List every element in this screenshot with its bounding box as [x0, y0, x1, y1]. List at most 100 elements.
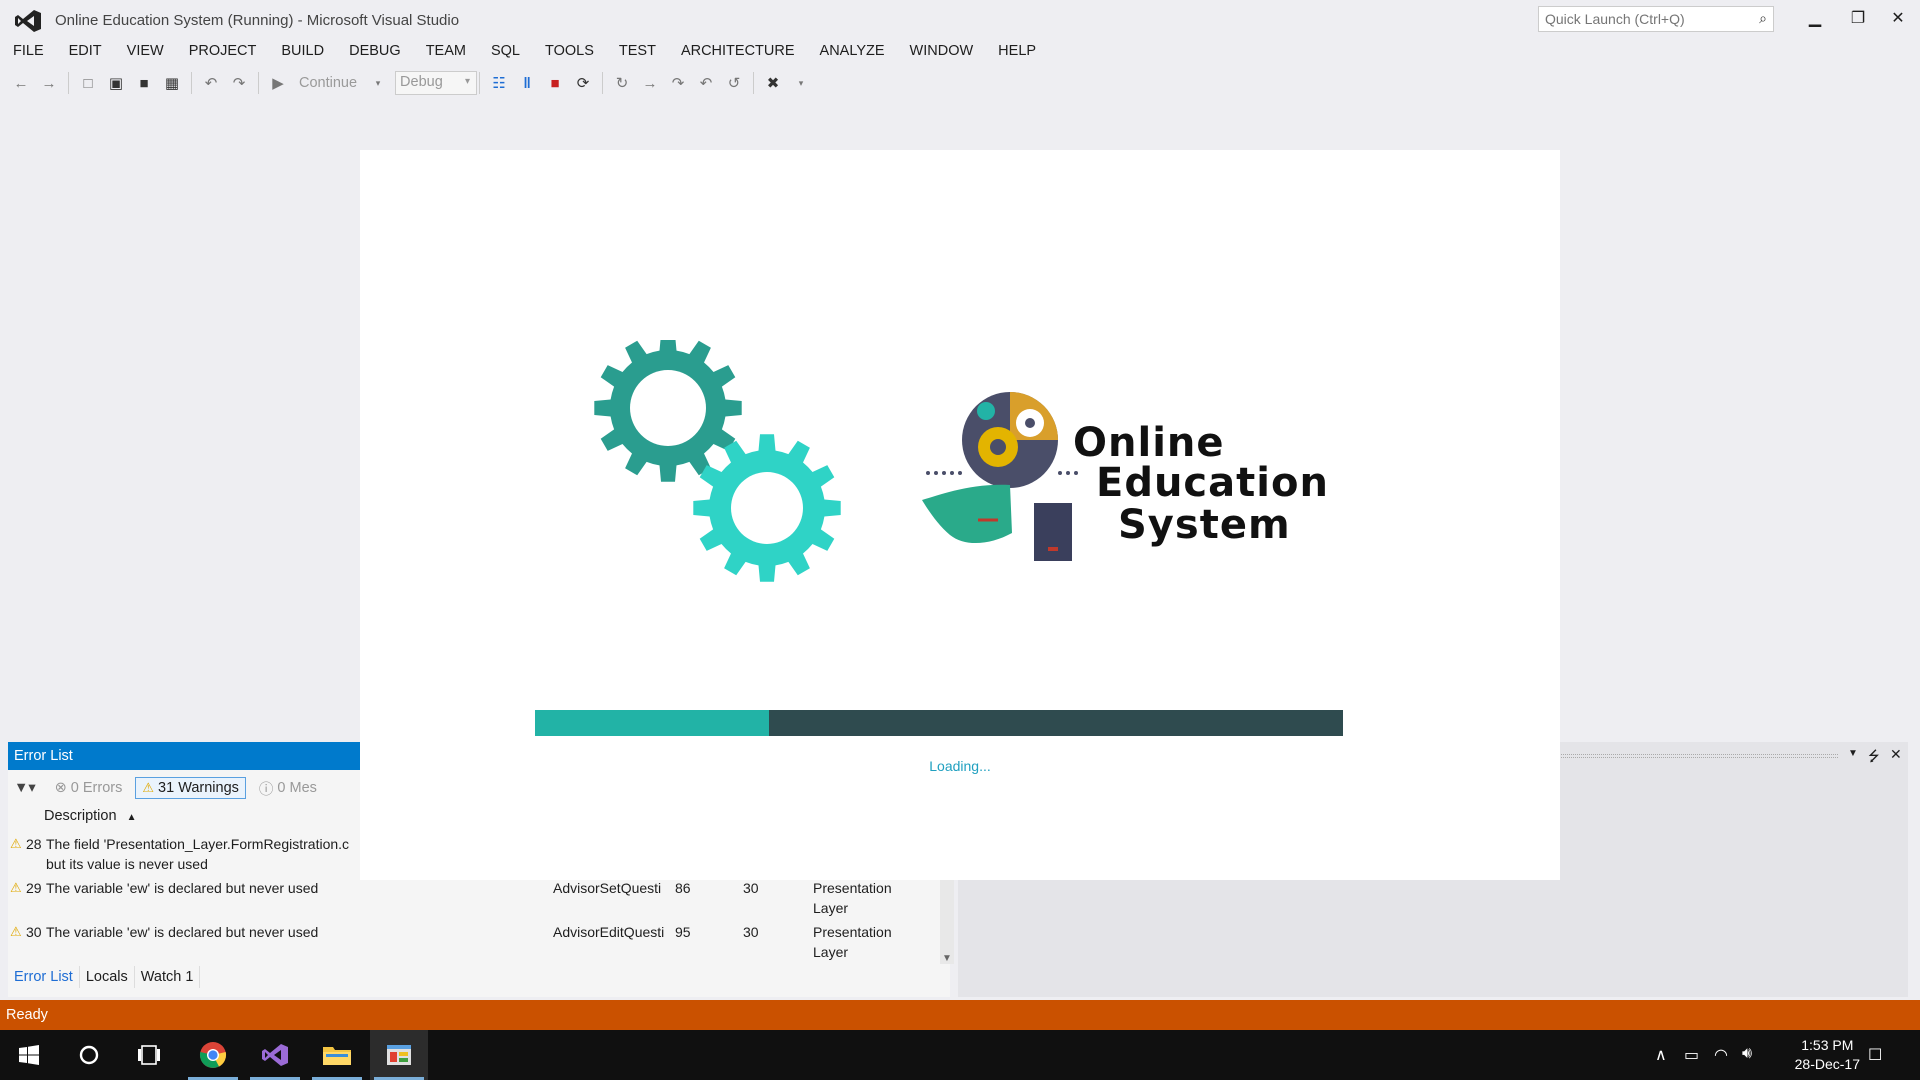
- table-row[interactable]: ⚠ 29 The variable 'ew' is declared but n…: [8, 878, 938, 918]
- cortana-button[interactable]: [60, 1030, 118, 1080]
- menu-edit[interactable]: EDIT: [56, 40, 114, 62]
- restore-button[interactable]: ❐: [1840, 6, 1876, 32]
- table-row[interactable]: ⚠ 30 The variable 'ew' is declared but n…: [8, 922, 938, 962]
- errors-count-label: 0 Errors: [70, 780, 123, 796]
- action-center-icon[interactable]: ☐: [1868, 1045, 1882, 1065]
- step-over-icon[interactable]: ↷: [667, 71, 689, 95]
- navigate-forward-icon[interactable]: →: [38, 71, 60, 95]
- stop-debugging-icon[interactable]: ■: [544, 71, 566, 95]
- taskbar-running-app[interactable]: [370, 1030, 428, 1080]
- toolbar-separator: [479, 72, 481, 94]
- menu-view[interactable]: VIEW: [114, 40, 176, 62]
- tab-watch-1[interactable]: Watch 1: [135, 966, 201, 988]
- vertical-scrollbar[interactable]: ▼: [940, 880, 954, 964]
- attach-process-icon[interactable]: ☷: [488, 71, 510, 95]
- taskbar-chrome[interactable]: [184, 1030, 242, 1080]
- step-back-icon[interactable]: ↺: [723, 71, 745, 95]
- folder-icon: [323, 1047, 351, 1065]
- quick-launch-box[interactable]: ⌕: [1538, 6, 1774, 32]
- close-icon[interactable]: ✕: [1890, 746, 1902, 763]
- continue-dropdown-icon[interactable]: ▾: [367, 71, 389, 95]
- error-icon: ⊗: [54, 780, 67, 796]
- toolbar-separator: [753, 72, 755, 94]
- menu-build[interactable]: BUILD: [268, 40, 336, 62]
- close-button[interactable]: ✕: [1880, 6, 1916, 32]
- break-all-icon[interactable]: ‖: [516, 71, 538, 95]
- save-icon[interactable]: ■: [133, 71, 155, 95]
- menu-window[interactable]: WINDOW: [897, 40, 986, 62]
- menu-tools[interactable]: TOOLS: [532, 40, 606, 62]
- standard-toolbar: ← → □ ▣ ■ ▦ ↶ ↷ ▶ Continue ▾ Debug ▾ ☷ ‖…: [10, 68, 910, 98]
- error-list-title[interactable]: Error List: [8, 742, 360, 770]
- tab-error-list[interactable]: Error List: [8, 966, 80, 988]
- battery-icon[interactable]: ▭: [1684, 1045, 1699, 1065]
- column-header-description[interactable]: Description ▲: [44, 808, 136, 824]
- gear-hole: [731, 472, 803, 544]
- menu-sql[interactable]: SQL: [478, 40, 532, 62]
- undo-icon[interactable]: ↶: [200, 71, 222, 95]
- chevron-down-icon[interactable]: ▼: [1848, 748, 1858, 759]
- menu-test[interactable]: TEST: [606, 40, 668, 62]
- menu-team[interactable]: TEAM: [413, 40, 478, 62]
- new-project-icon[interactable]: □: [77, 71, 99, 95]
- errors-filter-button[interactable]: ⊗ 0 Errors: [48, 777, 130, 799]
- window-title: Online Education System (Running) - Micr…: [55, 12, 460, 29]
- row-number: 29: [26, 880, 42, 896]
- continue-icon[interactable]: ▶: [267, 71, 289, 95]
- row-project: Presentation: [813, 880, 892, 896]
- taskbar-clock[interactable]: 1:53 PM 28-Dec-17: [1795, 1036, 1860, 1074]
- show-hidden-icons-icon[interactable]: ∧: [1655, 1045, 1667, 1065]
- quick-launch-input[interactable]: [1539, 7, 1739, 31]
- menu-analyze[interactable]: ANALYZE: [807, 40, 897, 62]
- warnings-filter-button[interactable]: ⚠ 31 Warnings: [135, 777, 246, 799]
- logo-title-line3: System: [1118, 502, 1291, 548]
- scroll-down-icon[interactable]: ▼: [942, 953, 952, 964]
- clock-time: 1:53 PM: [1801, 1037, 1854, 1053]
- continue-button[interactable]: Continue: [295, 71, 361, 95]
- messages-filter-button[interactable]: ⓘ 0 Mes: [252, 775, 324, 802]
- column-header-label: Description: [44, 808, 117, 824]
- solution-configuration-select[interactable]: Debug ▾: [395, 71, 478, 95]
- show-next-statement-icon[interactable]: ↻: [611, 71, 633, 95]
- volume-icon[interactable]: 🔊︎: [1742, 1045, 1752, 1063]
- taskbar-file-explorer[interactable]: [308, 1030, 366, 1080]
- row-file: AdvisorEditQuesti: [553, 924, 665, 940]
- windows-taskbar: ∧ ▭ ◠ 🔊︎ 1:53 PM 28-Dec-17 ☐: [0, 1030, 1920, 1080]
- pin-icon[interactable]: ⭍: [1868, 746, 1880, 770]
- panel-drag-grip[interactable]: [1558, 754, 1838, 758]
- toolbar-options-icon[interactable]: ▾: [790, 71, 812, 95]
- redo-icon[interactable]: ↷: [228, 71, 250, 95]
- taskbar-visual-studio[interactable]: [246, 1030, 304, 1080]
- gear-hole: [630, 370, 706, 446]
- save-all-icon[interactable]: ▦: [161, 71, 183, 95]
- warning-icon: ⚠: [10, 924, 22, 939]
- navigate-back-icon[interactable]: ←: [10, 71, 32, 95]
- row-column: 30: [743, 924, 759, 940]
- exception-settings-icon[interactable]: ✖: [762, 71, 784, 95]
- wifi-icon[interactable]: ◠: [1714, 1045, 1728, 1065]
- row-project: Presentation: [813, 924, 892, 940]
- search-icon[interactable]: ⌕: [1759, 10, 1767, 27]
- open-file-icon[interactable]: ▣: [105, 71, 127, 95]
- step-into-icon[interactable]: →: [639, 71, 661, 95]
- visual-studio-icon: [262, 1044, 288, 1066]
- step-out-icon[interactable]: ↶: [695, 71, 717, 95]
- minimize-button[interactable]: ▁: [1797, 6, 1833, 32]
- task-view-button[interactable]: [120, 1030, 178, 1080]
- loading-progress-bar: [535, 710, 1343, 736]
- start-button[interactable]: [0, 1030, 58, 1080]
- progress-fill: [535, 710, 770, 736]
- status-bar: Ready: [0, 1000, 1920, 1030]
- menu-file[interactable]: FILE: [0, 40, 56, 62]
- menu-help[interactable]: HELP: [985, 40, 1048, 62]
- menu-architecture[interactable]: ARCHITECTURE: [668, 40, 807, 62]
- warning-icon: ⚠: [142, 780, 155, 795]
- menu-debug[interactable]: DEBUG: [336, 40, 413, 62]
- logo-title-line2: Education: [1096, 460, 1329, 506]
- menu-bar: FILE EDIT VIEW PROJECT BUILD DEBUG TEAM SQL TOOL…: [0, 40, 1920, 62]
- menu-project[interactable]: PROJECT: [176, 40, 269, 62]
- filter-icon[interactable]: ▼▾: [8, 780, 42, 796]
- tab-locals[interactable]: Locals: [80, 966, 135, 988]
- restart-icon[interactable]: ⟳: [572, 71, 594, 95]
- warning-icon: ⚠: [10, 836, 22, 851]
